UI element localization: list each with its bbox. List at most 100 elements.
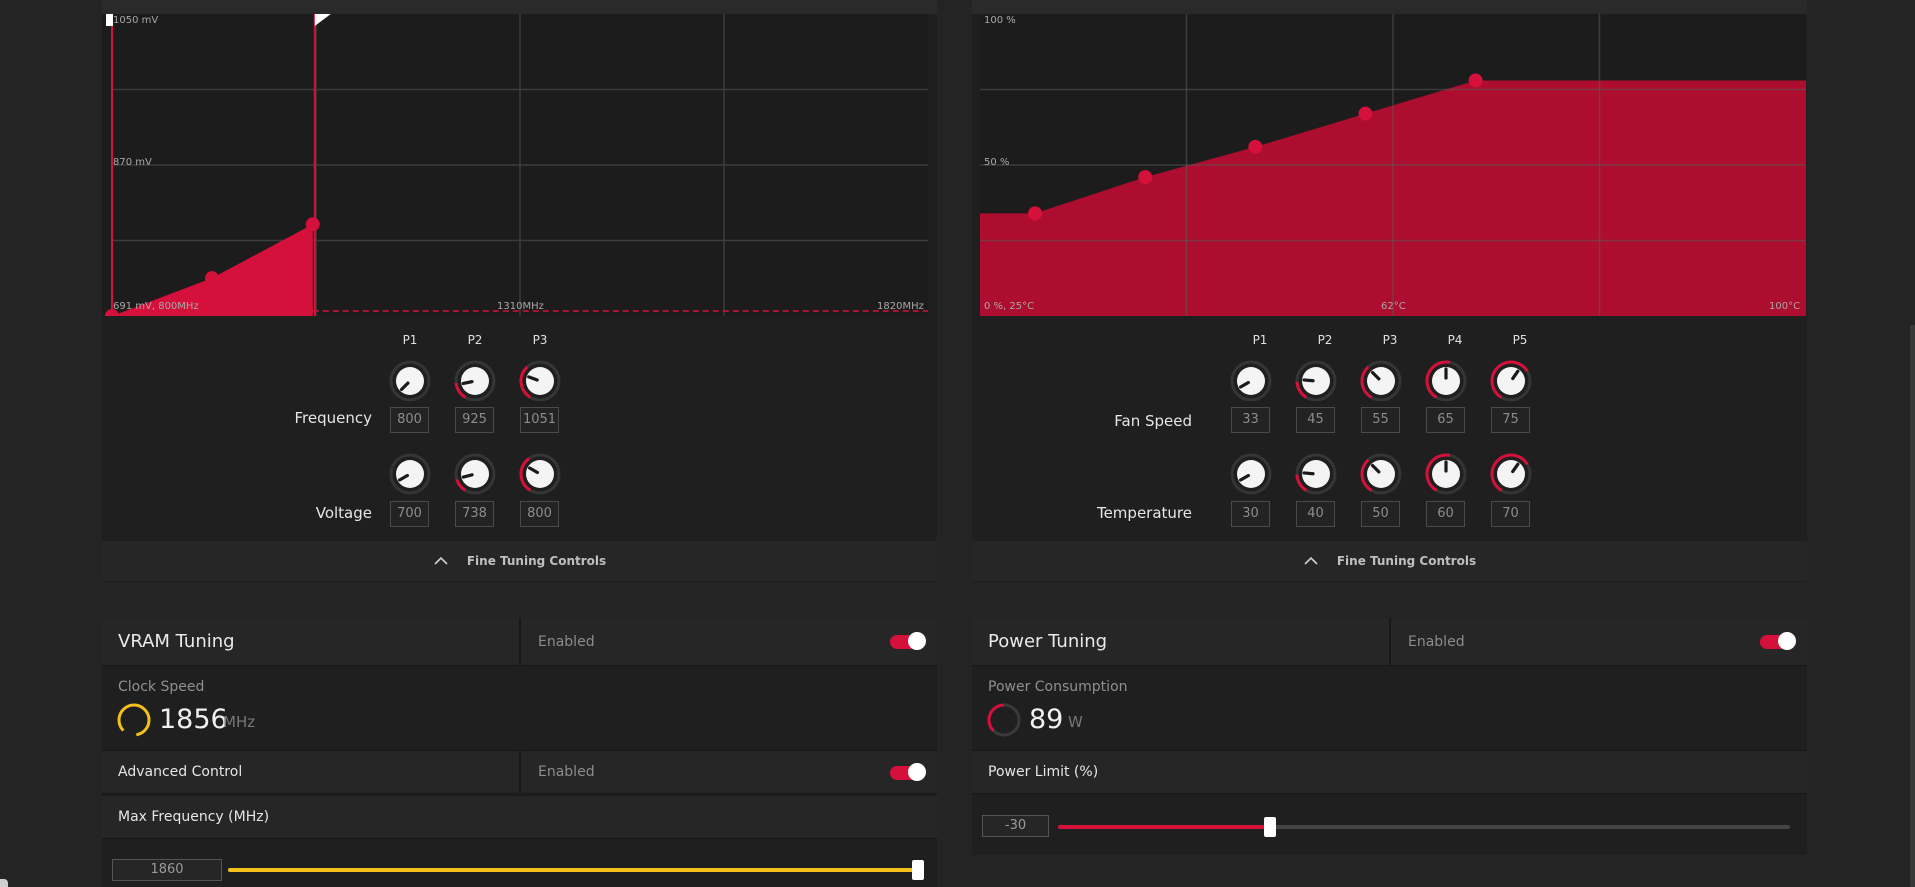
clock-speed-label: Clock Speed <box>118 679 205 695</box>
knob-face <box>396 367 424 395</box>
temp-p4-knob[interactable] <box>1425 453 1467 495</box>
temp-p2-knob[interactable] <box>1295 453 1337 495</box>
knob-dial-icon <box>1425 453 1467 495</box>
power-limit-label: Power Limit (%) <box>988 764 1099 780</box>
fan-curve-point-p5 <box>1468 73 1483 88</box>
knob-dial-icon <box>519 360 561 402</box>
fan-p2-input[interactable]: 45 <box>1296 407 1335 433</box>
volt-p3-knob[interactable] <box>519 453 561 495</box>
gpu-label-mid-voltage: 870 mV <box>113 157 152 168</box>
gpu-col-p3: P3 <box>532 333 548 347</box>
temp-p2-input[interactable]: 40 <box>1296 501 1335 527</box>
freq-p3-knob[interactable] <box>519 360 561 402</box>
fan-col-p2: P2 <box>1317 333 1333 347</box>
gpu-curve-chart[interactable]: 1050 mV 870 mV 691 mV, 800MHz 1310MHz 18… <box>102 14 928 316</box>
row-divider <box>519 751 521 795</box>
temp-p1-knob[interactable] <box>1230 453 1272 495</box>
freq-p2-knob[interactable] <box>454 360 496 402</box>
knob-face <box>526 367 554 395</box>
advanced-control-row: Advanced Control Enabled <box>102 750 937 795</box>
temperature-label: Temperature <box>1096 504 1192 522</box>
knob-pointer <box>1302 471 1315 476</box>
panel-top-strip <box>102 0 937 14</box>
fan-p4-input[interactable]: 65 <box>1426 407 1465 433</box>
fan-label-origin: 0 %, 25°C <box>984 301 1035 312</box>
temp-p1-input[interactable]: 30 <box>1231 501 1270 527</box>
panel-top-strip <box>972 0 1807 14</box>
fan-curve-svg <box>980 14 1806 316</box>
power-consumption-unit: W <box>1068 713 1083 731</box>
fan-p4-knob[interactable] <box>1425 360 1467 402</box>
fan-col-p4: P4 <box>1447 333 1463 347</box>
fan-p3-input[interactable]: 55 <box>1361 407 1400 433</box>
vram-enable-toggle[interactable] <box>890 632 926 650</box>
power-consumption-label: Power Consumption <box>988 679 1128 695</box>
freq-p1-input[interactable]: 800 <box>390 407 429 433</box>
max-marker-flag <box>314 14 331 26</box>
knob-face <box>526 460 554 488</box>
volt-p3-input[interactable]: 800 <box>520 501 559 527</box>
fan-fine-tuning-toggle[interactable]: Fine Tuning Controls <box>972 541 1807 581</box>
fan-tuning-panel: 100 % 50 % 0 %, 25°C 62°C 100°C P1 P2 P3… <box>972 0 1807 582</box>
freq-p1-knob[interactable] <box>389 360 431 402</box>
power-tuning-panel: Power Tuning Enabled Power Consumption 8… <box>972 618 1807 855</box>
knob-dial-icon <box>1490 360 1532 402</box>
knob-dial-icon <box>1425 360 1467 402</box>
gpu-col-p1: P1 <box>402 333 418 347</box>
volt-p2-knob[interactable] <box>454 453 496 495</box>
header-divider <box>1389 618 1391 666</box>
header-divider <box>519 618 521 666</box>
fan-curve-chart[interactable]: 100 % 50 % 0 %, 25°C 62°C 100°C <box>980 14 1806 316</box>
temp-p5-input[interactable]: 70 <box>1491 501 1530 527</box>
freq-p2-input[interactable]: 925 <box>455 407 494 433</box>
power-status: Enabled <box>1408 634 1465 650</box>
fan-label-max-temp: 100°C <box>1769 301 1801 312</box>
temp-p3-input[interactable]: 50 <box>1361 501 1400 527</box>
max-frequency-input[interactable]: 1860 <box>112 859 222 881</box>
knob-dial-icon <box>454 453 496 495</box>
advanced-control-toggle[interactable] <box>890 763 926 781</box>
power-enable-toggle[interactable] <box>1760 632 1796 650</box>
advanced-control-label: Advanced Control <box>118 764 243 780</box>
fan-col-p5: P5 <box>1512 333 1528 347</box>
temp-p5-knob[interactable] <box>1490 453 1532 495</box>
power-limit-slider-thumb[interactable] <box>1264 817 1277 837</box>
knob-dial-icon <box>1295 453 1337 495</box>
vram-status: Enabled <box>538 634 595 650</box>
volt-p1-input[interactable]: 700 <box>390 501 429 527</box>
knob-pointer <box>461 380 474 386</box>
knob-dial-icon <box>1295 360 1337 402</box>
knob-dial-icon <box>1360 453 1402 495</box>
fan-p2-knob[interactable] <box>1295 360 1337 402</box>
fan-p3-knob[interactable] <box>1360 360 1402 402</box>
fan-p1-knob[interactable] <box>1230 360 1272 402</box>
fan-p5-knob[interactable] <box>1490 360 1532 402</box>
power-limit-fill <box>1058 825 1271 829</box>
volt-p2-input[interactable]: 738 <box>455 501 494 527</box>
temp-p3-knob[interactable] <box>1360 453 1402 495</box>
gpu-fine-tuning-toggle[interactable]: Fine Tuning Controls <box>102 541 937 581</box>
power-limit-input[interactable]: -30 <box>982 815 1049 837</box>
chevron-up-icon <box>1303 556 1319 566</box>
fan-curve-point-p3 <box>1248 139 1263 154</box>
fan-p5-input[interactable]: 75 <box>1491 407 1530 433</box>
gpu-label-top-voltage: 1050 mV <box>113 15 159 26</box>
max-frequency-track[interactable] <box>228 868 918 872</box>
gpu-tuning-panel: 1050 mV 870 mV 691 mV, 800MHz 1310MHz 18… <box>102 0 937 582</box>
max-frequency-slider-thumb[interactable] <box>912 860 924 880</box>
freq-p3-input[interactable]: 1051 <box>520 407 559 433</box>
knob-dial-icon <box>389 360 431 402</box>
fan-col-p3: P3 <box>1382 333 1398 347</box>
knob-face <box>461 460 489 488</box>
knob-face <box>396 460 424 488</box>
volt-p1-knob[interactable] <box>389 453 431 495</box>
knob-face <box>1367 367 1395 395</box>
vram-header: VRAM Tuning Enabled <box>102 618 937 666</box>
scrollbar-thumb[interactable] <box>1910 325 1915 887</box>
gpu-curve-point-p3 <box>305 217 320 232</box>
knob-dial-icon <box>454 360 496 402</box>
fan-p1-input[interactable]: 33 <box>1231 407 1270 433</box>
temp-p4-input[interactable]: 60 <box>1426 501 1465 527</box>
clock-speed-value: 1856 <box>159 704 228 735</box>
power-gauge-icon <box>987 703 1021 737</box>
